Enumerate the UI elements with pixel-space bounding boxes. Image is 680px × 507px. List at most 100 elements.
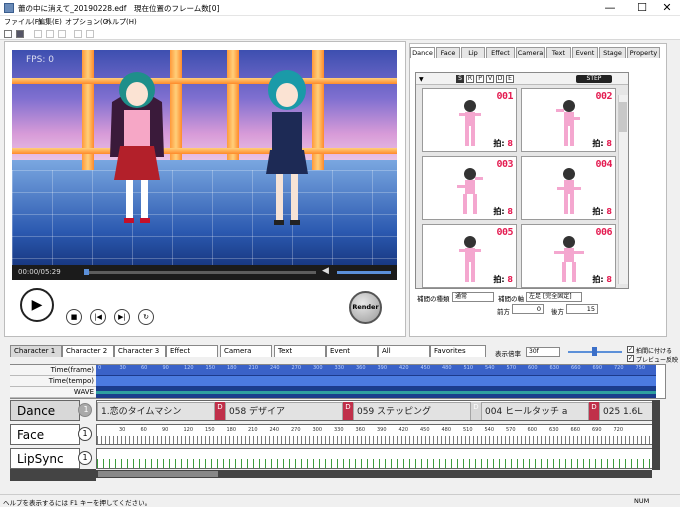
tab-character-2[interactable]: Character 2 [62,345,114,357]
frame-lane[interactable]: 0 30 60 90 120 150 180 210 240 270 300 330 360 390 420… [96,365,656,376]
seek-handle[interactable] [84,269,89,275]
dance-clip[interactable]: 058 デザイア [225,402,343,420]
face-tick-label: 660 [570,427,581,433]
filter-s-button[interactable]: S [456,75,464,83]
tab-event[interactable]: Event [572,47,598,58]
snap-checkbox[interactable]: ✓ [627,346,634,353]
collapse-arrow-icon[interactable]: ▼ [419,76,433,83]
redo-icon[interactable] [86,30,94,38]
filter-r-button[interactable]: R [466,75,474,83]
loop-button[interactable]: ↻ [138,309,154,325]
scrollbar-thumb[interactable] [619,102,627,132]
track-face-number[interactable]: 1 [78,427,92,441]
track-dance-lane[interactable]: 1.恋のタイムマシン D 058 デザイア D 059 ステッピング D 004… [96,400,656,421]
timeline-hscroll-thumb[interactable] [98,471,218,477]
face-tick-label: 180 [226,427,237,433]
motion-card[interactable]: 002 拍: 8 [521,88,616,152]
cut-icon[interactable] [34,30,42,38]
track-lipsync-number[interactable]: 1 [78,451,92,465]
clip-marker: D [215,402,225,420]
status-bar: ヘルプを表示するには F1 キーを押してください。 NUM [0,494,680,507]
seek-bar[interactable] [86,271,316,274]
display-scale-select[interactable]: 30f [526,347,560,357]
tab-camera[interactable]: Camera [516,47,545,58]
tab-dance[interactable]: Dance [410,47,435,58]
track-lipsync-name[interactable]: LipSync [10,448,80,469]
stage-pillar [227,50,239,160]
tab-favorites[interactable]: Favorites [430,345,486,357]
face-tick-label: 570 [506,427,516,433]
tab-character-3[interactable]: Character 3 [114,345,166,357]
track-lipsync-lane[interactable] [96,448,656,469]
back-input[interactable]: 15 [566,304,598,314]
menu-help[interactable]: ヘルプ(H) [105,17,137,27]
frame-tick-label: 90 [162,365,169,371]
motion-card[interactable]: 004 拍: 8 [521,156,616,220]
tab-camera-bottom[interactable]: Camera [220,345,272,357]
tempo-lane[interactable] [96,376,656,387]
tab-text-bottom[interactable]: Text [274,345,326,357]
close-button[interactable]: ✕ [652,0,680,16]
tab-effect-bottom[interactable]: Effect [166,345,218,357]
previous-button[interactable]: |◀ [90,309,106,325]
minimize-button[interactable]: — [595,0,625,16]
play-button[interactable]: ▶ [20,288,54,322]
track-dance-number[interactable]: 1 [78,403,92,417]
clip-marker: D [471,402,481,420]
dance-clip[interactable]: 1.恋のタイムマシン [97,402,215,420]
tab-property[interactable]: Property [627,47,660,58]
filter-p-button[interactable]: P [476,75,484,83]
tab-effect[interactable]: Effect [486,47,515,58]
menu-file[interactable]: ファイル(F) [4,17,42,27]
tab-event-bottom[interactable]: Event [326,345,378,357]
dance-clip[interactable]: 004 ヒールタッチ a [481,402,589,420]
filter-e-button[interactable]: E [506,75,514,83]
pose-thumbnail [459,236,481,282]
front-input[interactable]: 0 [512,304,544,314]
ruler-label-wave: WAVE [10,387,96,398]
copy-icon[interactable] [46,30,54,38]
interp-axis-select[interactable]: 左足 [完全固定] [526,292,582,302]
volume-slider[interactable] [337,271,391,274]
interp-type-select[interactable]: 通常 [452,292,494,302]
tab-text[interactable]: Text [546,47,571,58]
motion-card[interactable]: 001 拍: 8 [422,88,517,152]
filter-v-button[interactable]: V [486,75,494,83]
track-face-lane[interactable]: 30 60 90 120 150 180 210 240 270 300 330 360 390 420 4… [96,424,656,445]
frame-tick-label: 360 [356,365,366,371]
motion-card[interactable]: 005 拍: 8 [422,224,517,288]
motion-card[interactable]: 006 拍: 8 [521,224,616,288]
wave-lane[interactable] [96,387,656,398]
undo-icon[interactable] [74,30,82,38]
stop-button[interactable]: ■ [66,309,82,325]
scale-slider-handle[interactable] [592,347,597,356]
video-preview[interactable] [12,50,397,280]
tab-stage[interactable]: Stage [599,47,626,58]
motion-card[interactable]: 003 拍: 8 [422,156,517,220]
window-title: 蕾の中に消えて_20190228.edf [18,4,127,13]
track-dance-name[interactable]: Dance [10,400,80,421]
step-button[interactable]: STEP [576,75,612,83]
track-face-name[interactable]: Face [10,424,80,445]
dance-clip[interactable]: 025 1.6L [599,402,655,420]
filter-d-button[interactable]: D [496,75,504,83]
motion-number: 006 [595,227,612,238]
paste-icon[interactable] [58,30,66,38]
new-file-icon[interactable] [4,30,12,38]
timeline-vscroll[interactable] [652,400,660,470]
menu-edit[interactable]: 編集(E) [38,17,62,27]
pose-thumbnail [554,236,584,282]
motion-number: 005 [496,227,513,238]
tab-face[interactable]: Face [436,47,460,58]
save-icon[interactable] [16,30,24,38]
tab-lip[interactable]: Lip [461,47,485,58]
dance-clip[interactable]: 059 ステッピング [353,402,471,420]
tab-all[interactable]: All [378,345,430,357]
motion-beat: 拍: 8 [493,274,513,285]
render-button[interactable]: Render [349,291,382,324]
volume-icon[interactable]: ◀ [322,266,329,276]
beat-label: 拍: [592,207,604,216]
next-button[interactable]: ▶| [114,309,130,325]
preview-checkbox[interactable]: ✓ [627,355,634,362]
tab-character-1[interactable]: Character 1 [10,345,62,357]
